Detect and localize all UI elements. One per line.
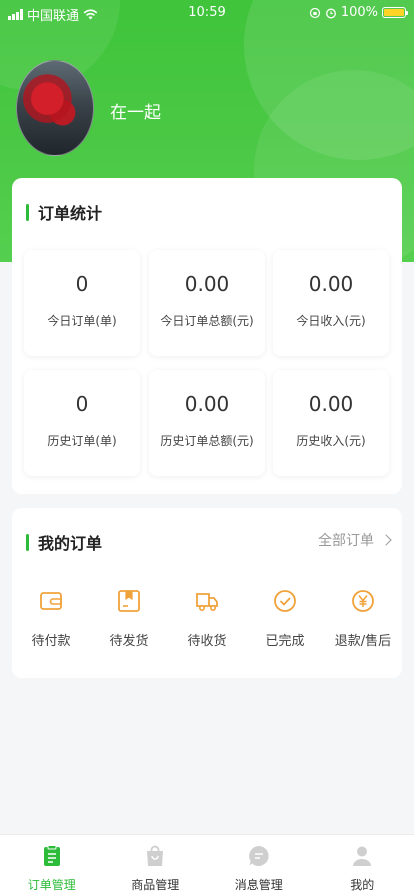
stat-today-amount[interactable]: 0.00 今日订单总额(元): [149, 250, 265, 356]
shopping-bag-icon: [147, 845, 164, 866]
stat-label: 历史收入(元): [296, 434, 366, 448]
stat-history-orders[interactable]: 0 历史订单(单): [24, 370, 140, 476]
user-name: 在一起: [110, 103, 161, 123]
order-status-completed[interactable]: 已完成: [246, 588, 324, 649]
battery-icon: [382, 7, 408, 18]
title-accent-bar: [26, 203, 29, 221]
tab-label: 订单管理: [27, 878, 76, 892]
order-status-row: 待付款 待发货 待收货 已完成 退款/售后: [12, 588, 402, 649]
message-icon: [248, 846, 269, 866]
all-orders-label: 全部订单: [318, 533, 374, 549]
tab-message-management[interactable]: 消息管理: [207, 835, 311, 896]
orders-title-text: 我的订单: [38, 534, 103, 553]
order-status-refund[interactable]: 退款/售后: [324, 588, 402, 649]
order-status-label: 待收货: [187, 634, 227, 649]
chevron-right-icon: [380, 534, 392, 546]
order-status-label: 待发货: [109, 634, 149, 649]
alarm-icon: [325, 8, 336, 18]
package-icon: [118, 590, 140, 612]
stat-value: 0.00: [184, 392, 230, 416]
stat-label: 今日订单(单): [47, 314, 117, 328]
order-status-to-ship[interactable]: 待发货: [90, 588, 168, 649]
title-accent-bar: [26, 533, 29, 551]
avatar[interactable]: [16, 60, 94, 156]
refund-icon: [352, 590, 374, 612]
tab-mine[interactable]: 我的: [311, 835, 414, 896]
order-status-to-receive[interactable]: 待收货: [168, 588, 246, 649]
tab-product-management[interactable]: 商品管理: [104, 835, 208, 896]
orders-title: 我的订单: [26, 530, 102, 554]
order-status-label: 待付款: [31, 634, 71, 649]
all-orders-link[interactable]: 全部订单: [318, 530, 392, 550]
tab-label: 商品管理: [131, 878, 180, 892]
order-status-label: 退款/售后: [334, 634, 392, 649]
stat-value: 0.00: [308, 272, 354, 296]
stats-title: 订单统计: [26, 200, 102, 224]
check-circle-icon: [274, 590, 296, 612]
stat-label: 今日收入(元): [296, 314, 366, 328]
order-status-label: 已完成: [265, 634, 305, 649]
stat-label: 今日订单总额(元): [160, 314, 254, 328]
order-management-page: 中国联通 10:59 100% 在一起 订单统计 0 今日订单(单) 0.00 …: [0, 0, 414, 896]
stat-value: 0: [75, 392, 89, 416]
stat-history-amount[interactable]: 0.00 历史订单总额(元): [149, 370, 265, 476]
user-icon: [353, 846, 372, 866]
bottom-tab-bar: 订单管理 商品管理 消息管理 我的: [0, 834, 414, 896]
tab-order-management[interactable]: 订单管理: [0, 835, 104, 896]
order-status-pending-payment[interactable]: 待付款: [12, 588, 90, 649]
status-right: 100%: [309, 5, 408, 20]
stat-value: 0.00: [184, 272, 230, 296]
order-list-icon: [43, 845, 60, 866]
stat-today-orders[interactable]: 0 今日订单(单): [24, 250, 140, 356]
tab-label: 我的: [350, 878, 375, 892]
my-orders-card: 我的订单 全部订单 待付款 待发货 待收货 已完成 退款/售后: [12, 508, 402, 678]
tab-label: 消息管理: [234, 878, 283, 892]
rotation-lock-icon: [309, 7, 320, 18]
stat-label: 历史订单(单): [47, 434, 117, 448]
truck-icon: [196, 593, 218, 611]
battery-percent: 100%: [340, 5, 378, 20]
stat-history-income[interactable]: 0.00 历史收入(元): [273, 370, 389, 476]
stat-value: 0.00: [308, 392, 354, 416]
wallet-icon: [40, 592, 62, 610]
order-stats-card: 订单统计 0 今日订单(单) 0.00 今日订单总额(元) 0.00 今日收入(…: [12, 178, 402, 494]
stats-title-text: 订单统计: [38, 204, 103, 223]
status-bar: 中国联通 10:59 100%: [0, 0, 414, 28]
stat-label: 历史订单总额(元): [160, 434, 254, 448]
stat-today-income[interactable]: 0.00 今日收入(元): [273, 250, 389, 356]
stat-value: 0: [75, 272, 89, 296]
